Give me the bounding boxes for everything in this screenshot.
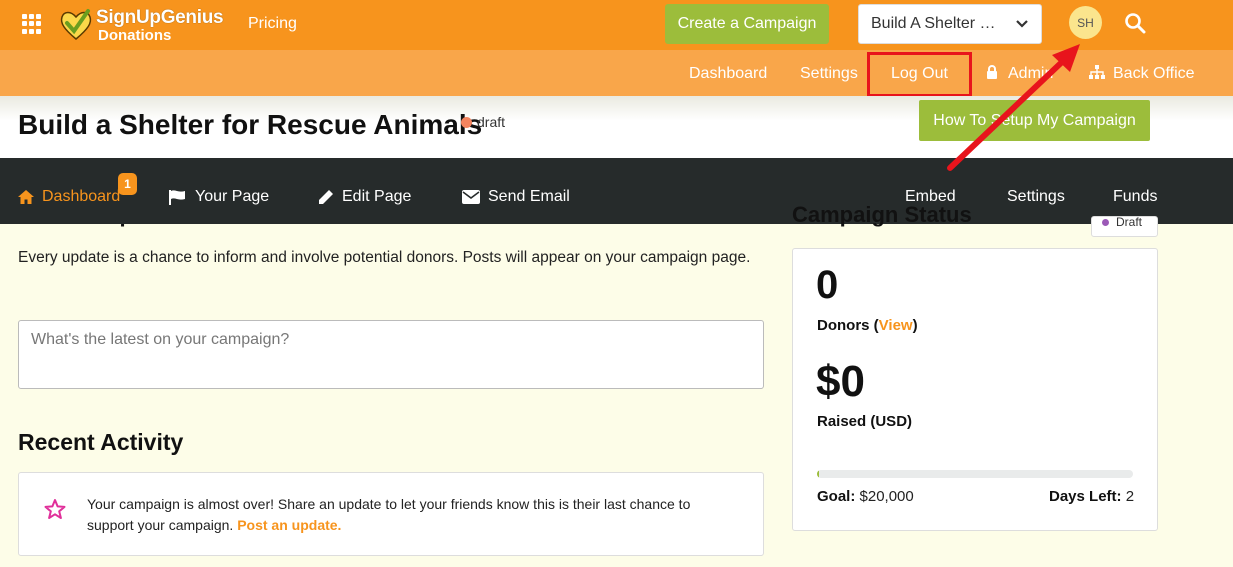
apps-grid-icon[interactable] — [22, 14, 42, 34]
pricing-link[interactable]: Pricing — [248, 15, 297, 33]
donors-label: Donors (View) — [817, 317, 918, 334]
donors-label-text: Donors ( — [817, 317, 879, 334]
tab-edit-page[interactable]: Edit Page — [318, 188, 411, 206]
tab-send-email-label: Send Email — [488, 188, 570, 205]
subnav-settings-link[interactable]: Settings — [800, 65, 858, 83]
days-left-label: Days Left: — [1049, 488, 1122, 505]
goal-label: Goal: — [817, 488, 856, 505]
tab-dashboard-label: Dashboard — [42, 188, 121, 205]
update-input[interactable] — [18, 320, 764, 389]
heart-check-logo-icon — [60, 9, 92, 40]
home-icon — [18, 190, 34, 204]
brand-name: SignUpGenius — [96, 6, 224, 28]
raised-label: Raised (USD) — [817, 413, 913, 430]
view-donors-link[interactable]: View — [879, 317, 913, 334]
tab-dashboard[interactable]: Dashboard — [18, 188, 120, 206]
goal-value: $20,000 — [859, 488, 914, 505]
page-title: Build a Shelter for Rescue Animals — [18, 109, 483, 140]
admin-link[interactable]: Admin — [1008, 65, 1053, 83]
logout-highlight-box — [867, 52, 972, 97]
post-update-intro: Every update is a chance to inform and i… — [18, 249, 751, 266]
create-campaign-button[interactable]: Create a Campaign — [665, 4, 829, 44]
raised-amount: $0 — [816, 357, 865, 406]
goal-progress-bar — [817, 470, 1133, 478]
status-pill-label: Draft — [1116, 216, 1143, 229]
chevron-down-icon — [1016, 20, 1028, 28]
search-icon[interactable] — [1124, 12, 1146, 34]
tab-send-email[interactable]: Send Email — [462, 188, 570, 206]
star-icon — [44, 499, 66, 519]
donors-label-close: ) — [912, 317, 918, 334]
tab-your-page[interactable]: Your Page — [169, 188, 269, 206]
status-pill-dot — [1102, 219, 1109, 226]
recent-activity-heading: Recent Activity — [18, 429, 184, 455]
status-pill: Draft — [1091, 216, 1158, 237]
days-left: Days Left: 2 — [1049, 488, 1134, 505]
user-avatar[interactable]: SH — [1069, 6, 1102, 39]
brand-subtitle: Donations — [98, 26, 172, 44]
tab-settings[interactable]: Settings — [1007, 188, 1065, 206]
notification-badge: 1 — [118, 173, 137, 195]
lock-icon — [987, 65, 997, 79]
goal-amount: Goal: $20,000 — [817, 488, 914, 505]
draft-status-label: draft — [477, 114, 506, 130]
pencil-icon — [319, 190, 333, 204]
post-update-link[interactable]: Post an update. — [237, 517, 341, 533]
flag-icon — [169, 189, 185, 205]
sitemap-icon — [1089, 65, 1105, 79]
tab-funds[interactable]: Funds — [1113, 188, 1157, 206]
campaign-status-heading: Campaign Status — [792, 202, 972, 227]
subnav-dashboard-link[interactable]: Dashboard — [689, 65, 767, 83]
activity-message-text: Your campaign is almost over! Share an u… — [87, 496, 691, 533]
back-office-link[interactable]: Back Office — [1113, 65, 1195, 83]
draft-status-dot — [461, 117, 472, 128]
donors-count: 0 — [816, 263, 839, 307]
campaign-select-value: Build A Shelter … — [871, 15, 996, 32]
tab-edit-page-label: Edit Page — [342, 188, 412, 205]
goal-progress-fill — [817, 470, 819, 478]
signupgenius-logo[interactable]: SignUpGenius Donations — [58, 6, 224, 44]
envelope-icon — [462, 190, 480, 204]
tab-your-page-label: Your Page — [195, 188, 270, 205]
campaign-select[interactable]: Build A Shelter … — [858, 4, 1042, 44]
days-left-value: 2 — [1125, 488, 1135, 505]
activity-message: Your campaign is almost over! Share an u… — [87, 494, 727, 536]
how-to-setup-button[interactable]: How To Setup My Campaign — [919, 100, 1150, 141]
